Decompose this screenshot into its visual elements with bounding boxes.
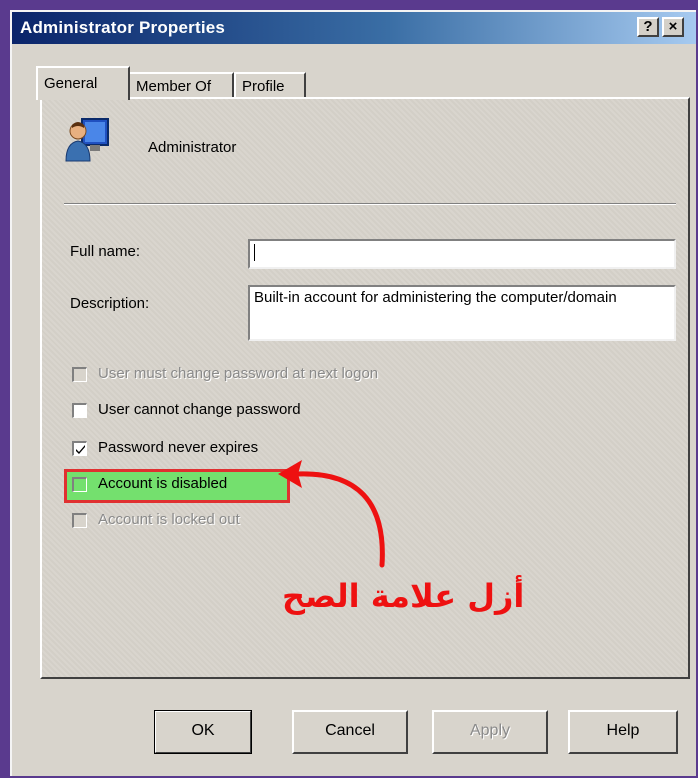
description-field[interactable]: Built-in account for administering the c… bbox=[248, 285, 676, 341]
checkbox-box[interactable] bbox=[72, 477, 87, 492]
text-caret bbox=[254, 243, 255, 261]
checkbox-box[interactable] bbox=[72, 513, 87, 528]
ok-button[interactable]: OK bbox=[154, 710, 252, 754]
full-name-label: Full name: bbox=[70, 243, 141, 260]
tab-general[interactable]: General bbox=[36, 66, 130, 100]
tab-member-of[interactable]: Member Of bbox=[128, 72, 234, 98]
help-title-button[interactable]: ? bbox=[637, 17, 659, 37]
checkbox-label: User cannot change password bbox=[98, 401, 301, 418]
user-account-name: Administrator bbox=[148, 139, 237, 156]
separator bbox=[64, 203, 676, 205]
checkbox-box[interactable] bbox=[72, 367, 87, 382]
checkbox-box[interactable] bbox=[72, 403, 87, 418]
checkbox-label: Account is locked out bbox=[98, 511, 240, 528]
help-button-label: Help bbox=[606, 722, 640, 739]
cancel-button-label: Cancel bbox=[325, 722, 375, 739]
checkbox-label: Account is disabled bbox=[98, 475, 228, 492]
description-label: Description: bbox=[70, 295, 150, 312]
checkmark-icon bbox=[76, 445, 85, 454]
properties-dialog: Administrator Properties ? × General Mem… bbox=[10, 10, 696, 776]
close-title-button[interactable]: × bbox=[662, 17, 684, 37]
user-monitor-icon bbox=[65, 118, 109, 162]
checkbox-box[interactable] bbox=[72, 441, 87, 456]
checkbox-label: Password never expires bbox=[98, 439, 259, 456]
checkbox-label: User must change password at next logon bbox=[98, 365, 379, 382]
general-tab-panel: Administrator Full name: Description: Bu… bbox=[40, 97, 690, 679]
tab-profile[interactable]: Profile bbox=[234, 72, 306, 98]
window-title: Administrator Properties bbox=[20, 18, 226, 37]
apply-button-label: Apply bbox=[469, 722, 511, 739]
annotation-text: أزل علامة الصح bbox=[282, 577, 525, 615]
apply-button[interactable]: Apply bbox=[432, 710, 548, 754]
ok-button-label: OK bbox=[191, 722, 215, 739]
cancel-button[interactable]: Cancel bbox=[292, 710, 408, 754]
title-bar[interactable]: Administrator Properties ? × bbox=[12, 12, 696, 44]
help-button[interactable]: Help bbox=[568, 710, 678, 754]
full-name-field[interactable] bbox=[248, 239, 676, 269]
